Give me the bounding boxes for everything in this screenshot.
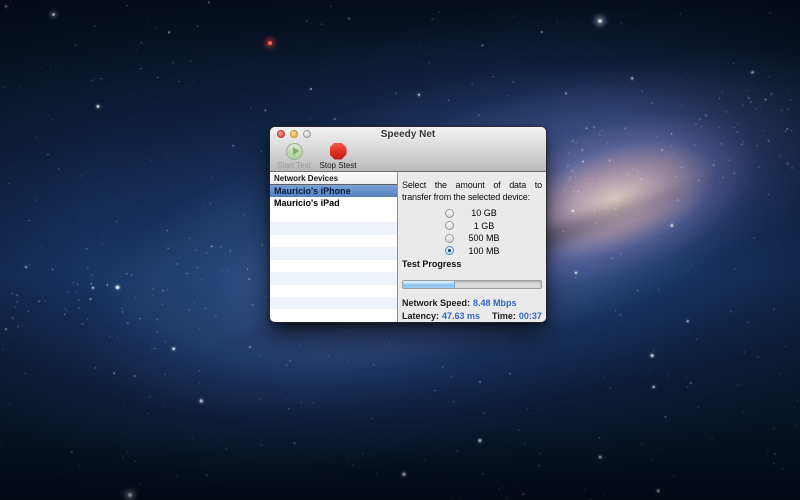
time-value: 00:37	[519, 310, 542, 323]
instructions-text: Select the amount of data to transfer fr…	[402, 179, 542, 203]
radio-off-icon[interactable]	[445, 209, 454, 218]
latency-time-stat: Latency: 47.63 ms Time: 00:37	[402, 310, 542, 323]
empty-list-row	[270, 247, 397, 259]
radio-option[interactable]: 10 GB	[398, 207, 546, 220]
radio-option[interactable]: 1 GB	[398, 220, 546, 233]
radio-option-label: 10 GB	[458, 208, 510, 218]
empty-list-row	[270, 272, 397, 284]
red-star	[268, 41, 272, 45]
network-speed-stat: Network Speed: 8.48 Mbps	[402, 297, 542, 310]
test-progress-fill	[403, 281, 455, 288]
device-row[interactable]: Mauricio's iPad	[270, 197, 397, 209]
radio-option-label: 500 MB	[458, 233, 510, 243]
empty-list-row	[270, 235, 397, 247]
time-stat: Time: 00:37	[492, 310, 542, 323]
radio-option-label: 1 GB	[458, 221, 510, 231]
radio-option-label: 100 MB	[458, 246, 510, 256]
test-progress-label: Test Progress	[402, 259, 546, 271]
stop-test-label: Stop Stest	[320, 161, 357, 170]
empty-list-row	[270, 210, 397, 222]
radio-off-icon[interactable]	[445, 234, 454, 243]
empty-list-row	[270, 309, 397, 321]
start-test-label: Start Test	[277, 161, 311, 170]
time-label: Time:	[492, 310, 516, 323]
empty-list-row	[270, 285, 397, 297]
latency-value: 47.63 ms	[442, 310, 480, 323]
latency-stat: Latency: 47.63 ms	[402, 310, 480, 323]
radio-off-icon[interactable]	[445, 221, 454, 230]
bright-star	[598, 19, 602, 23]
device-list: Network Devices Mauricio's iPhoneMaurici…	[270, 172, 397, 322]
start-test-button[interactable]: Start Test	[272, 142, 316, 170]
device-row[interactable]: Mauricio's iPhone	[270, 185, 397, 197]
stop-octagon-icon	[330, 142, 347, 160]
stats-area: Network Speed: 8.48 Mbps Latency: 47.63 …	[402, 297, 542, 322]
window-title: Speedy Net	[270, 129, 546, 140]
network-speed-label: Network Speed:	[402, 297, 470, 310]
network-speed-value: 8.48 Mbps	[473, 297, 517, 310]
play-circle-icon	[286, 142, 303, 160]
window-content: Network Devices Mauricio's iPhoneMaurici…	[270, 172, 546, 322]
radio-option[interactable]: 100 MB	[398, 245, 546, 258]
titlebar[interactable]: Speedy Net	[270, 127, 546, 141]
device-list-rows: Mauricio's iPhoneMauricio's iPad	[270, 185, 397, 322]
empty-list-row	[270, 260, 397, 272]
latency-label: Latency:	[402, 310, 439, 323]
test-progress-bar	[402, 280, 542, 289]
radio-option[interactable]: 500 MB	[398, 232, 546, 245]
bright-star	[52, 13, 55, 16]
data-amount-radio-group: 10 GB 1 GB 500 MB 100 MB	[398, 207, 546, 257]
radio-on-icon[interactable]	[445, 246, 454, 255]
empty-list-row	[270, 297, 397, 309]
device-list-header: Network Devices	[270, 172, 397, 185]
desktop-wallpaper: Speedy Net Start Test Stop Stest Network…	[0, 0, 800, 500]
bright-star	[128, 493, 132, 497]
stop-test-button[interactable]: Stop Stest	[316, 142, 360, 170]
speedy-net-window: Speedy Net Start Test Stop Stest Network…	[270, 127, 546, 322]
empty-list-row	[270, 222, 397, 234]
window-header: Speedy Net Start Test Stop Stest	[270, 127, 546, 172]
detail-panel: Select the amount of data to transfer fr…	[397, 172, 546, 322]
